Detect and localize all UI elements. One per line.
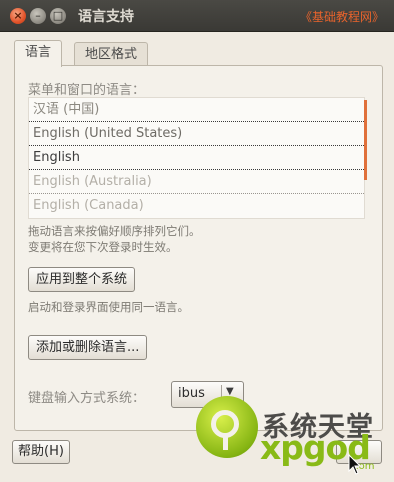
input-method-value: ibus (178, 386, 205, 401)
maximize-icon: □ (52, 9, 64, 22)
language-item[interactable]: English (Canada) (29, 194, 364, 218)
language-item[interactable]: English (United States) (29, 122, 364, 146)
help-button[interactable]: 帮助(H) (12, 440, 70, 464)
tab-language[interactable]: 语言 (14, 40, 63, 67)
install-remove-languages-button[interactable]: 添加或删除语言... (28, 335, 148, 360)
drag-hint-line1: 拖动语言来按偏好顺序排列它们。 (28, 224, 201, 238)
close-icon: × (13, 9, 23, 22)
drag-hint-line2: 变更将在您下次登录时生效。 (28, 240, 178, 254)
apply-system-wide-button[interactable]: 应用到整个系统 (28, 267, 136, 292)
title-bar: × – □ 语言支持 《基础教程网》 (0, 0, 394, 32)
language-panel: 菜单和窗口的语言： 汉语 (中国) English (United States… (14, 65, 383, 431)
close-window-button[interactable]: × (10, 8, 26, 24)
language-item[interactable]: English (Australia) (29, 170, 364, 194)
maximize-window-button[interactable]: □ (50, 8, 66, 24)
language-item[interactable]: 汉语 (中国) (29, 98, 364, 122)
minimize-window-button[interactable]: – (30, 8, 46, 24)
language-item[interactable]: English (29, 146, 364, 170)
language-list[interactable]: 汉语 (中国) English (United States) English … (28, 97, 367, 219)
watermark-logo-stem (223, 434, 228, 450)
list-scroll-indicator[interactable] (364, 100, 367, 180)
input-method-label: 键盘输入方式系统： (28, 391, 146, 406)
minimize-icon: – (35, 9, 41, 22)
mouse-cursor-icon (348, 454, 362, 475)
apply-hint: 启动和登录界面使用同一语言。 (28, 300, 189, 314)
window-title: 语言支持 (78, 9, 134, 25)
tab-regional-formats[interactable]: 地区格式 (74, 42, 149, 67)
menu-language-label: 菜单和窗口的语言： (28, 83, 146, 98)
site-watermark-text: 《基础教程网》 (299, 10, 384, 24)
